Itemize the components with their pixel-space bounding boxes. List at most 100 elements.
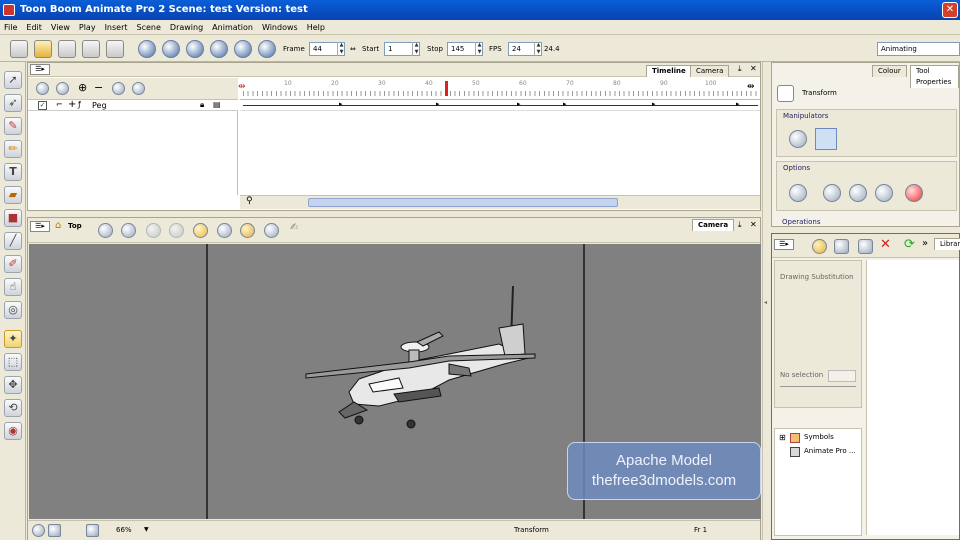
morph-tool-icon[interactable]: ◎	[4, 301, 22, 319]
brush-tool-icon[interactable]: ✎	[4, 117, 22, 135]
show-hide-icon[interactable]	[36, 82, 49, 95]
skew-tool-icon[interactable]: ⟲	[4, 399, 22, 417]
sound-scrub-icon[interactable]	[210, 40, 228, 58]
tab-tool-properties[interactable]: Tool Properties	[910, 65, 959, 88]
save-as-icon[interactable]	[82, 40, 100, 58]
tab-camera-view[interactable]: Camera	[692, 219, 735, 231]
menu-view[interactable]: View	[47, 20, 75, 35]
animate-tool-icon[interactable]: ✦	[4, 330, 22, 348]
stop-render-icon[interactable]	[258, 40, 276, 58]
panel-options-icon[interactable]: ⤓	[738, 64, 742, 74]
paint-tool-icon[interactable]: ■	[4, 209, 22, 227]
open-library-icon[interactable]	[812, 239, 827, 254]
substitution-slider[interactable]	[780, 386, 856, 387]
frame-ruler[interactable]: 10 20 30 40 50 60 70 80 90 100 ⇹ ⇹	[238, 78, 760, 100]
panel-close-icon[interactable]: ✕	[750, 64, 757, 73]
remove-layer-icon[interactable]: −	[94, 81, 103, 94]
open-folder-icon[interactable]	[34, 40, 52, 58]
bone-tool-icon[interactable]: ◉	[4, 422, 22, 440]
menu-animation[interactable]: Animation	[208, 20, 258, 35]
grid-icon[interactable]	[98, 223, 113, 238]
zoom-dropdown-icon[interactable]: ▼	[144, 526, 149, 533]
delete-icon[interactable]: ✕	[880, 237, 891, 252]
tree-item-animate-pro[interactable]: Animate Pro ...	[804, 447, 856, 455]
zoom-level[interactable]: 66%	[116, 526, 132, 534]
tab-camera[interactable]: Camera	[690, 65, 730, 77]
add-layer-icon[interactable]: ⊕	[78, 81, 87, 94]
contour-editor-icon[interactable]: ➶	[4, 94, 22, 112]
add-child-icon[interactable]: +	[68, 99, 76, 110]
brush-preview-icon[interactable]	[240, 223, 255, 238]
layer-row-peg[interactable]: ✓ ⌐ + ƒ Peg 🔒︎ ▤	[28, 99, 238, 111]
current-frame-marker[interactable]	[445, 81, 448, 96]
menu-file[interactable]: File	[0, 20, 22, 35]
link-icon[interactable]: ⇔	[350, 42, 356, 56]
import-icon[interactable]	[106, 40, 124, 58]
menu-help[interactable]: Help	[303, 20, 330, 35]
timeline-hscroll[interactable]	[240, 195, 760, 209]
library-content-area[interactable]	[866, 260, 959, 535]
panel-menu-icon[interactable]: ☰▸	[30, 64, 50, 75]
pen-icon[interactable]: ✍	[290, 222, 298, 233]
line-tool-icon[interactable]: ╱	[4, 232, 22, 250]
safe-area-icon[interactable]	[121, 223, 136, 238]
snap-icon[interactable]	[823, 184, 841, 202]
eraser-tool-icon[interactable]: ▰	[4, 186, 22, 204]
menu-play[interactable]: Play	[75, 20, 101, 35]
home-icon[interactable]: ⌂	[55, 220, 61, 231]
mask-icon[interactable]	[264, 223, 279, 238]
pencil-tool-icon[interactable]: ✏	[4, 140, 22, 158]
close-window-button[interactable]: ✕	[942, 2, 958, 18]
tree-item-symbols[interactable]: Symbols	[804, 433, 834, 441]
lasso-icon[interactable]	[789, 184, 807, 202]
zoom-icon[interactable]: ⚲	[246, 196, 253, 206]
menu-scene[interactable]: Scene	[133, 20, 166, 35]
menu-insert[interactable]: Insert	[101, 20, 133, 35]
panel-menu-icon[interactable]: ☰▸	[30, 221, 50, 232]
loop-icon[interactable]	[162, 40, 180, 58]
onion-skin-icon[interactable]	[146, 223, 161, 238]
layer-color-icon[interactable]: ▤	[213, 100, 221, 109]
apache-helicopter[interactable]	[299, 284, 539, 434]
reset-rotation-icon[interactable]	[48, 524, 61, 537]
tab-timeline[interactable]: Timeline	[646, 65, 692, 77]
panel-close-icon[interactable]: ✕	[750, 220, 757, 229]
play-icon[interactable]	[138, 40, 156, 58]
add-peg-icon[interactable]	[112, 82, 125, 95]
panel-menu-icon[interactable]: ☰▸	[774, 239, 794, 250]
dropper-tool-icon[interactable]: ✐	[4, 255, 22, 273]
tab-colour[interactable]: Colour	[872, 65, 907, 77]
snapshot-icon[interactable]	[86, 524, 99, 537]
splitter-arrow-icon[interactable]: ◂	[764, 299, 767, 306]
stop-spinner[interactable]: ▲ ▼	[475, 42, 483, 56]
workspace-select[interactable]: Animating	[877, 42, 960, 56]
refresh-icon[interactable]: ⟳	[904, 237, 915, 252]
pivot-icon[interactable]	[217, 223, 232, 238]
expand-icon[interactable]: ⊞	[779, 433, 786, 442]
sound-icon[interactable]	[186, 40, 204, 58]
stop-marker-icon[interactable]: ⇹	[747, 82, 755, 92]
hand-tool-icon[interactable]: ☝	[4, 278, 22, 296]
substitution-field[interactable]	[828, 370, 856, 382]
transform-manipulator-icon[interactable]	[815, 128, 837, 150]
reset-transform-icon[interactable]	[905, 184, 923, 202]
menu-windows[interactable]: Windows	[258, 20, 303, 35]
layer-properties-icon[interactable]	[132, 82, 145, 95]
light-table-icon[interactable]	[169, 223, 184, 238]
layer-lock-icon[interactable]: 🔒︎	[200, 100, 204, 110]
bone-mode-icon[interactable]	[875, 184, 893, 202]
reset-view-icon[interactable]	[32, 524, 45, 537]
select-tool-icon[interactable]: ➚	[4, 71, 22, 89]
rotate-tool-icon[interactable]: ✥	[4, 376, 22, 394]
start-spinner[interactable]: ▲ ▼	[412, 42, 420, 56]
timeline-scroll-thumb[interactable]	[308, 198, 618, 207]
menu-drawing[interactable]: Drawing	[166, 20, 208, 35]
text-tool-icon[interactable]: T	[4, 163, 22, 181]
more-icon[interactable]: »	[922, 238, 928, 249]
new-scene-icon[interactable]	[10, 40, 28, 58]
lock-all-icon[interactable]	[56, 82, 69, 95]
new-folder-icon[interactable]	[834, 239, 849, 254]
tab-library[interactable]: Library	[934, 238, 960, 250]
start-marker-icon[interactable]: ⇹	[238, 82, 246, 92]
copy-icon[interactable]	[858, 239, 873, 254]
